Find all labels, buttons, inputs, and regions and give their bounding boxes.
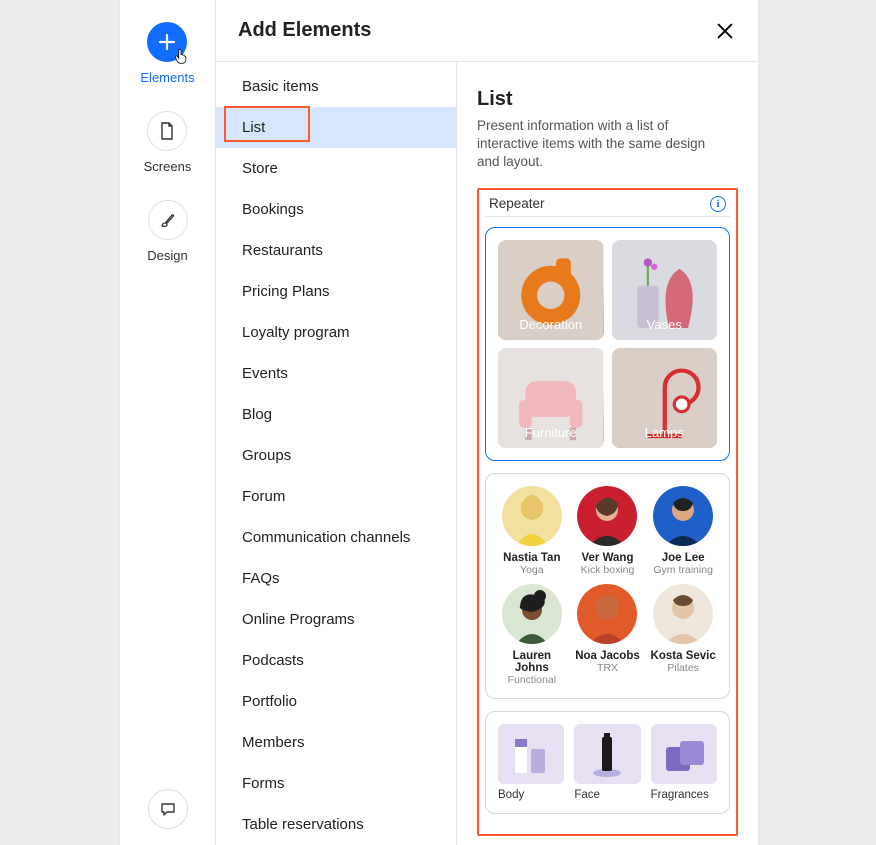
tile-label: Furniture [525, 425, 577, 440]
detail-title: List [477, 88, 738, 111]
person-card: Lauren Johns Functional [498, 584, 566, 686]
rail-item-elements[interactable]: Elements [140, 22, 194, 85]
category-item[interactable]: Restaurants [216, 230, 456, 271]
chat-icon [148, 789, 188, 829]
category-item[interactable]: Loyalty program [216, 312, 456, 353]
avatar [502, 486, 562, 546]
category-item[interactable]: Table reservations [216, 804, 456, 845]
rail-label: Elements [140, 70, 194, 85]
product-grid: Body Face [498, 724, 717, 801]
avatar [653, 486, 713, 546]
category-item[interactable]: Members [216, 722, 456, 763]
highlight-box [224, 106, 310, 142]
category-item[interactable]: FAQs [216, 558, 456, 599]
product-card: Face [574, 724, 640, 801]
rail-item-screens[interactable]: Screens [144, 111, 192, 174]
category-item[interactable]: Bookings [216, 189, 456, 230]
page-icon [147, 111, 187, 151]
rail-chat[interactable] [148, 789, 188, 829]
rail-label: Design [147, 248, 187, 263]
person-name: Joe Lee [662, 552, 705, 564]
product-label: Face [574, 789, 640, 801]
product-image [498, 724, 564, 784]
tile-furniture: Furniture [498, 348, 604, 448]
person-name: Nastia Tan [503, 552, 560, 564]
avatar [653, 584, 713, 644]
tile-label: Lamps [645, 425, 684, 440]
add-elements-panel: Elements Screens Design Add Elements [119, 0, 759, 845]
panel-title: Add Elements [238, 19, 371, 42]
category-label: List [242, 119, 265, 136]
avatar [577, 486, 637, 546]
detail-description: Present information with a list of inter… [477, 117, 727, 172]
rail-label: Screens [144, 159, 192, 174]
person-name: Ver Wang [582, 552, 634, 564]
close-icon[interactable] [714, 20, 736, 42]
person-role: Functional [508, 674, 556, 686]
product-image [651, 724, 717, 784]
person-card: Ver Wang Kick boxing [574, 486, 642, 576]
people-grid: Nastia Tan Yoga Ver Wang Kick boxing [498, 486, 717, 686]
person-card: Noa Jacobs TRX [574, 584, 642, 686]
tile-label: Decoration [519, 317, 582, 332]
product-card: Fragrances [651, 724, 717, 801]
panel-header: Add Elements [216, 0, 758, 62]
person-name: Kosta Sevic [651, 650, 716, 662]
preview-highlight-box: Repeater i Decoration Vases [477, 188, 738, 836]
avatar [577, 584, 637, 644]
person-role: TRX [597, 662, 618, 674]
product-label: Fragrances [651, 789, 717, 801]
panel-body: Basic items List Store Bookings Restaura… [216, 62, 758, 845]
repeater-preview-tiles[interactable]: Decoration Vases Furniture [485, 227, 730, 461]
repeater-preview-products[interactable]: Body Face [485, 711, 730, 814]
person-role: Yoga [520, 564, 544, 576]
category-item[interactable]: Groups [216, 435, 456, 476]
info-icon[interactable]: i [710, 196, 726, 212]
category-item[interactable]: Portfolio [216, 681, 456, 722]
plus-icon [147, 22, 187, 62]
left-rail: Elements Screens Design [120, 0, 216, 845]
product-label: Body [498, 789, 564, 801]
category-item[interactable]: Events [216, 353, 456, 394]
section-label: Repeater [489, 196, 545, 211]
person-name: Lauren Johns [498, 650, 566, 674]
paintbrush-icon [148, 200, 188, 240]
category-list[interactable]: Basic items List Store Bookings Restaura… [216, 62, 457, 845]
category-item[interactable]: Communication channels [216, 517, 456, 558]
detail-top-divider [457, 62, 758, 68]
tile-label: Vases [647, 317, 682, 332]
person-card: Nastia Tan Yoga [498, 486, 566, 576]
category-item[interactable]: Forms [216, 763, 456, 804]
rail-item-design[interactable]: Design [147, 200, 187, 263]
tile-vases: Vases [612, 240, 718, 340]
product-card: Body [498, 724, 564, 801]
category-item[interactable]: Store [216, 148, 456, 189]
tile-grid: Decoration Vases Furniture [498, 240, 717, 448]
category-item[interactable]: Blog [216, 394, 456, 435]
person-role: Gym training [653, 564, 713, 576]
repeater-preview-people[interactable]: Nastia Tan Yoga Ver Wang Kick boxing [485, 473, 730, 699]
person-card: Kosta Sevic Pilates [649, 584, 717, 686]
tile-lamps: Lamps [612, 348, 718, 448]
category-item[interactable]: Basic items [216, 66, 456, 107]
detail-pane: List Present information with a list of … [457, 62, 758, 845]
tile-decoration: Decoration [498, 240, 604, 340]
panel: Add Elements Basic items List Store Book… [216, 0, 758, 845]
person-card: Joe Lee Gym training [649, 486, 717, 576]
category-item-list[interactable]: List [216, 107, 456, 148]
avatar [502, 584, 562, 644]
product-image [574, 724, 640, 784]
category-item[interactable]: Online Programs [216, 599, 456, 640]
preview-section-header: Repeater i [485, 194, 730, 217]
person-role: Pilates [667, 662, 699, 674]
category-item[interactable]: Podcasts [216, 640, 456, 681]
category-item[interactable]: Forum [216, 476, 456, 517]
person-role: Kick boxing [581, 564, 635, 576]
person-name: Noa Jacobs [575, 650, 640, 662]
category-item[interactable]: Pricing Plans [216, 271, 456, 312]
